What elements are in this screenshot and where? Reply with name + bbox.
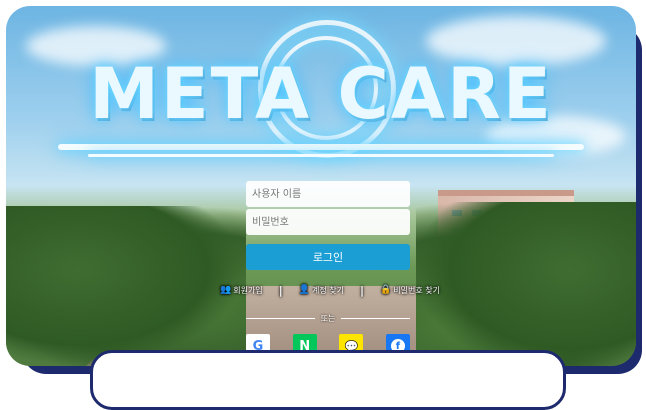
find-account-label: 계정 찾기 [311,285,344,295]
logo-underline [58,144,584,150]
users-icon: 👥 [220,285,232,295]
signup-link[interactable]: 👥 회원가입 [220,285,263,296]
login-button[interactable]: 로그인 [246,244,410,270]
find-password-label: 비밀번호 찾기 [393,285,440,295]
link-separator: | [278,283,283,297]
link-separator: | [360,283,365,297]
background-trees-left [6,206,246,366]
user-icon: 👤 [298,285,310,295]
account-links: 👥 회원가입 | 👤 계정 찾기 | 🔒 비밀번호 찾기 [220,282,440,298]
find-account-link[interactable]: 👤 계정 찾기 [299,285,344,296]
find-password-link[interactable]: 🔒 비밀번호 찾기 [380,285,440,296]
divider-line [341,317,411,319]
signup-label: 회원가입 [233,285,263,295]
background-trees-right [416,202,636,366]
logo-underline-thin [88,154,554,157]
password-input[interactable] [246,209,410,235]
username-input[interactable] [246,181,410,207]
divider-line [246,317,315,319]
or-label: 또는 [320,313,336,323]
lock-icon: 🔒 [380,285,392,295]
login-screen: META CARE 로그인 👥 회원가입 | 👤 계정 찾기 | 🔒 비밀번호 … [6,6,636,366]
app-logo: META CARE [89,53,553,135]
or-divider: 또는 [246,312,411,324]
bottom-card [90,350,566,410]
